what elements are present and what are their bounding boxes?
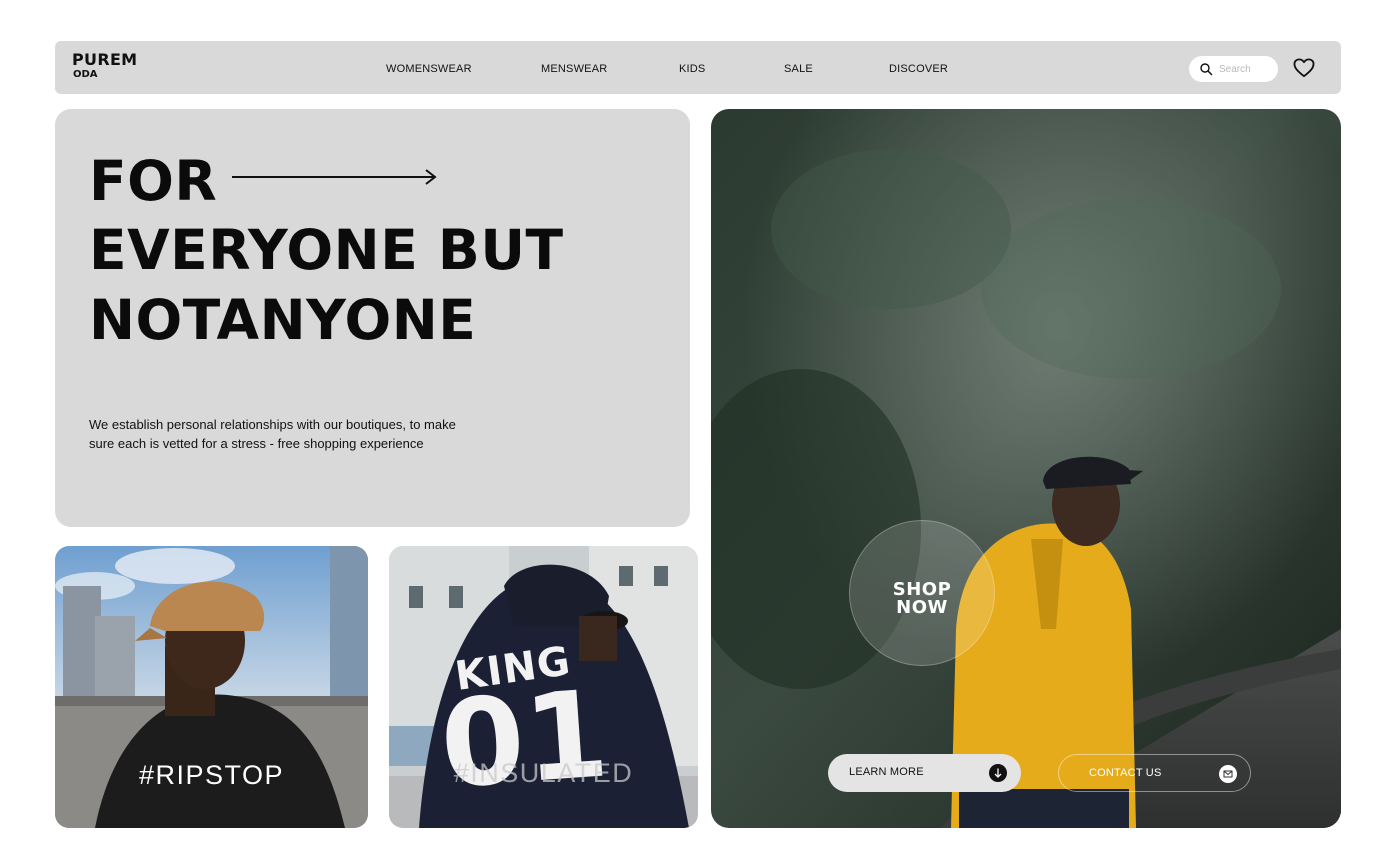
insulated-label: #INSULATED — [453, 758, 634, 788]
contact-us-button[interactable]: CONTACT US — [1058, 754, 1251, 792]
nav-menswear[interactable]: MENSWEAR — [541, 63, 607, 75]
learn-more-label: LEARN MORE — [849, 766, 924, 778]
brand-logo-line1: PUREM — [72, 50, 138, 69]
brand-logo-line2: ODA — [73, 69, 98, 80]
headline-line-3: NOTANYONE — [89, 288, 477, 352]
shop-now-button[interactable]: SHOP NOW — [849, 520, 995, 666]
forest-photo — [711, 109, 1341, 828]
top-navigation: PUREM ODA WOMENSWEAR MENSWEAR KIDS SALE … — [55, 41, 1341, 94]
feature-photo-card: SHOP NOW LEARN MORE CONTACT US — [711, 109, 1341, 828]
search-input[interactable] — [1219, 60, 1271, 78]
heart-icon[interactable] — [1293, 58, 1315, 78]
headline-line-1: FOR — [89, 149, 218, 213]
search-icon — [1200, 63, 1213, 76]
search-box[interactable] — [1189, 56, 1278, 82]
learn-more-button[interactable]: LEARN MORE — [828, 754, 1021, 792]
hero-card: FOR EVERYONE BUT NOTANYONE We establish … — [55, 109, 690, 527]
contact-us-label: CONTACT US — [1089, 767, 1162, 779]
landing-page: PUREM ODA WOMENSWEAR MENSWEAR KIDS SALE … — [0, 0, 1379, 866]
nav-womenswear[interactable]: WOMENSWEAR — [386, 63, 472, 75]
hero-description: We establish personal relationships with… — [89, 417, 456, 451]
ripstop-label: #RIPSTOP — [138, 760, 285, 790]
nav-sale[interactable]: SALE — [784, 63, 813, 75]
brand-logo[interactable]: PUREM ODA — [72, 52, 137, 80]
mail-icon — [1219, 765, 1237, 783]
nav-discover[interactable]: DISCOVER — [889, 63, 948, 75]
ripstop-tile[interactable]: #RIPSTOP — [55, 546, 368, 828]
nav-kids[interactable]: KIDS — [679, 63, 705, 75]
arrow-down-icon — [989, 764, 1007, 782]
insulated-tile[interactable]: KING 01 #INSULATED — [389, 546, 698, 828]
shop-now-line-2: NOW — [896, 597, 948, 618]
arrow-right-icon — [232, 169, 437, 185]
headline-line-2: EVERYONE BUT — [89, 218, 564, 282]
